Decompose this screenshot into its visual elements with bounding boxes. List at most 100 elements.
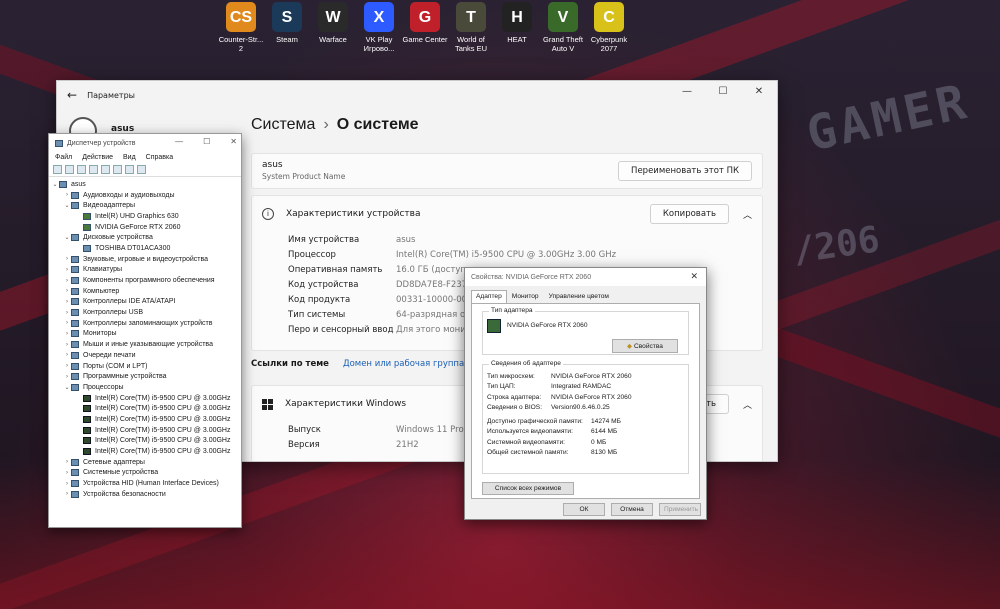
device-category[interactable]: ⌄ Процессоры (51, 382, 239, 393)
tab-adapter[interactable]: Адаптер (471, 290, 507, 303)
device-category[interactable]: ⌄ asus (51, 179, 239, 190)
desktop-icon-vkplay[interactable]: X VK Play Игрово... (356, 0, 402, 53)
device-item[interactable]: Intel(R) Core(TM) i5-9500 CPU @ 3.00GHz (51, 436, 239, 447)
device-category[interactable]: › Компьютер (51, 286, 239, 297)
device-category[interactable]: › Мыши и иные указывающие устройства (51, 339, 239, 350)
chevron-down-icon[interactable]: ⌄ (63, 202, 71, 209)
chevron-right-icon[interactable]: › (63, 331, 71, 337)
menu-item[interactable]: Вид (123, 154, 136, 161)
adapter-properties-button[interactable]: ◆ Свойства (612, 339, 678, 353)
forward-icon[interactable] (65, 165, 74, 174)
close-icon[interactable]: ✕ (741, 81, 777, 101)
chevron-right-icon[interactable]: › (63, 267, 71, 273)
device-category[interactable]: › Очереди печати (51, 350, 239, 361)
device-category[interactable]: › Звуковые, игровые и видеоустройства (51, 254, 239, 265)
apply-button[interactable]: Применить (659, 503, 701, 516)
gpu-properties-titlebar: Свойства: NVIDIA GeForce RTX 2060 ✕ (465, 268, 706, 286)
device-category[interactable]: ⌄ Дисковые устройства (51, 232, 239, 243)
chevron-right-icon[interactable]: › (63, 342, 71, 348)
processor-icon (83, 405, 91, 413)
device-specs-header[interactable]: i Характеристики устройства Копировать ︿ (252, 196, 762, 232)
device-item[interactable]: Intel(R) Core(TM) i5-9500 CPU @ 3.00GHz (51, 446, 239, 457)
desktop-icons: CS Counter-Str... 2 S Steam W Warface X VK Play… (218, 0, 632, 53)
close-icon[interactable]: ✕ (230, 137, 237, 146)
back-arrow-icon[interactable]: ← (67, 88, 77, 102)
device-category[interactable]: › Компоненты программного обеспечения (51, 275, 239, 286)
tab-color-management[interactable]: Управление цветом (544, 290, 614, 303)
desktop-icon-warface[interactable]: W Warface (310, 0, 356, 53)
device-category[interactable]: › Контроллеры USB (51, 307, 239, 318)
device-item[interactable]: NVIDIA GeForce RTX 2060 (51, 222, 239, 233)
menu-item[interactable]: Файл (55, 154, 72, 161)
monitor-icon[interactable] (137, 165, 146, 174)
desktop-icon-wot[interactable]: T World of Tanks EU (448, 0, 494, 53)
view-icon[interactable] (113, 165, 122, 174)
close-icon[interactable]: ✕ (690, 271, 698, 282)
desktop-icon-cs2[interactable]: CS Counter-Str... 2 (218, 0, 264, 53)
chevron-right-icon[interactable]: › (63, 278, 71, 284)
menu-item[interactable]: Действие (82, 154, 113, 161)
chevron-right-icon[interactable]: › (63, 491, 71, 497)
memory-row-value: 6144 МБ (591, 428, 618, 436)
device-item[interactable]: Intel(R) Core(TM) i5-9500 CPU @ 3.00GHz (51, 425, 239, 436)
chevron-right-icon[interactable]: › (63, 288, 71, 294)
chevron-right-icon[interactable]: › (63, 481, 71, 487)
desktop-icon-gamecenter[interactable]: G Game Center (402, 0, 448, 53)
chevron-right-icon[interactable]: › (63, 459, 71, 465)
device-category[interactable]: › Мониторы (51, 329, 239, 340)
device-category[interactable]: › Клавиатуры (51, 265, 239, 276)
desktop-icon-label: Grand Theft Auto V (543, 35, 583, 53)
device-category[interactable]: ⌄ Видеоадаптеры (51, 200, 239, 211)
tab-monitor[interactable]: Монитор (507, 290, 544, 303)
scan-icon[interactable] (125, 165, 134, 174)
breadcrumb-parent[interactable]: Система (251, 116, 315, 133)
chevron-down-icon[interactable]: ⌄ (63, 384, 71, 391)
chevron-right-icon[interactable]: › (63, 320, 71, 326)
device-category[interactable]: › Порты (COM и LPT) (51, 361, 239, 372)
menu-item[interactable]: Справка (146, 154, 173, 161)
chevron-right-icon[interactable]: › (63, 192, 71, 198)
properties-icon[interactable] (77, 165, 86, 174)
maximize-icon[interactable]: ☐ (203, 137, 210, 146)
device-category[interactable]: › Контроллеры IDE ATA/ATAPI (51, 297, 239, 308)
device-category[interactable]: › Программные устройства (51, 371, 239, 382)
chevron-down-icon[interactable]: ⌄ (51, 181, 59, 188)
chevron-up-icon[interactable]: ︿ (743, 398, 752, 411)
help-icon[interactable] (101, 165, 110, 174)
list-icon[interactable] (89, 165, 98, 174)
device-category[interactable]: › Устройства безопасности (51, 489, 239, 500)
chevron-right-icon[interactable]: › (63, 256, 71, 262)
device-item[interactable]: Intel(R) Core(TM) i5-9500 CPU @ 3.00GHz (51, 393, 239, 404)
list-all-modes-button[interactable]: Список всех режимов (482, 482, 574, 495)
device-category[interactable]: › Устройства HID (Human Interface Devices… (51, 478, 239, 489)
minimize-icon[interactable]: — (175, 137, 183, 146)
ok-button[interactable]: ОК (563, 503, 605, 516)
chevron-down-icon[interactable]: ⌄ (63, 234, 71, 241)
device-category[interactable]: › Системные устройства (51, 468, 239, 479)
device-category[interactable]: › Аудиовходы и аудиовыходы (51, 190, 239, 201)
chevron-right-icon[interactable]: › (63, 310, 71, 316)
chevron-up-icon[interactable]: ︿ (743, 208, 752, 221)
minimize-icon[interactable]: — (669, 81, 705, 101)
chevron-right-icon[interactable]: › (63, 470, 71, 476)
domain-workgroup-link[interactable]: Домен или рабочая группа (343, 359, 464, 369)
desktop-icon-steam[interactable]: S Steam (264, 0, 310, 53)
device-category[interactable]: › Контроллеры запоминающих устройств (51, 318, 239, 329)
chevron-right-icon[interactable]: › (63, 352, 71, 358)
device-item[interactable]: TOSHIBA DT01ACA300 (51, 243, 239, 254)
back-icon[interactable] (53, 165, 62, 174)
chevron-right-icon[interactable]: › (63, 363, 71, 369)
chevron-right-icon[interactable]: › (63, 374, 71, 380)
copy-button[interactable]: Копировать (649, 204, 729, 224)
device-item[interactable]: Intel(R) Core(TM) i5-9500 CPU @ 3.00GHz (51, 414, 239, 425)
desktop-icon-heat[interactable]: H HEAT (494, 0, 540, 53)
rename-pc-button[interactable]: Переименовать этот ПК (618, 161, 752, 181)
device-item[interactable]: Intel(R) UHD Graphics 630 (51, 211, 239, 222)
device-item[interactable]: Intel(R) Core(TM) i5-9500 CPU @ 3.00GHz (51, 403, 239, 414)
maximize-icon[interactable]: ☐ (705, 81, 741, 101)
desktop-icon-gta[interactable]: V Grand Theft Auto V (540, 0, 586, 53)
chevron-right-icon[interactable]: › (63, 299, 71, 305)
device-category[interactable]: › Сетевые адаптеры (51, 457, 239, 468)
cancel-button[interactable]: Отмена (611, 503, 653, 516)
desktop-icon-cyberpunk[interactable]: C Cyberpunk 2077 (586, 0, 632, 53)
